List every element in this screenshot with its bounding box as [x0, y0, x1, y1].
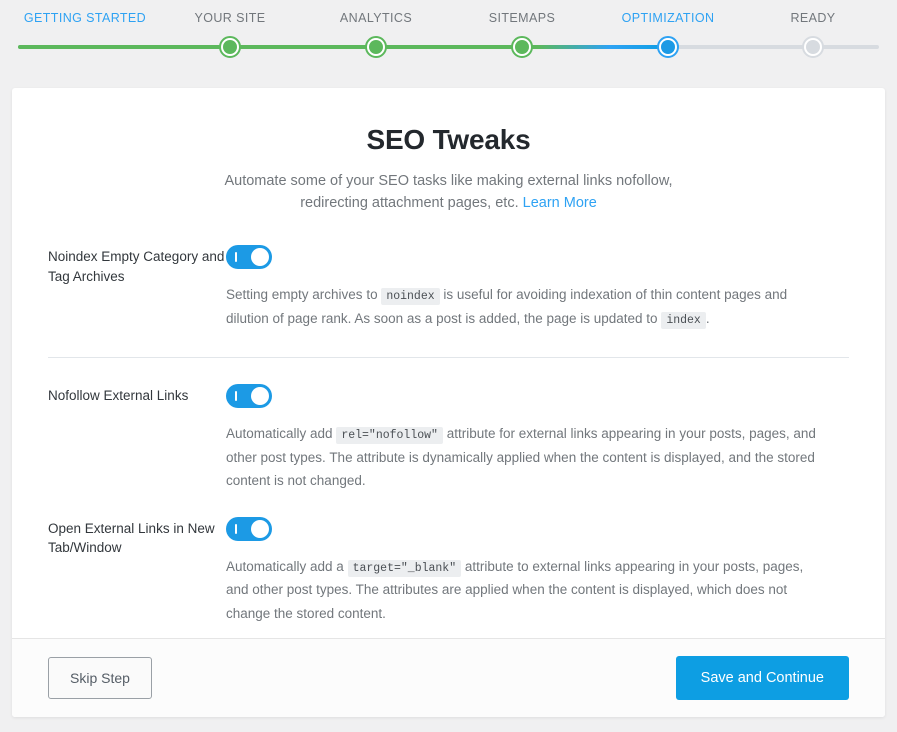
inline-code: noindex — [381, 288, 439, 305]
setting-row: Noindex Empty Category and Tag ArchivesS… — [48, 245, 849, 359]
setting-label: Open External Links in New Tab/Window — [48, 517, 226, 558]
stepper-progress-current — [538, 45, 668, 49]
setup-wizard-stepper: GETTING STARTED YOUR SITE ANALYTICS SITEMAP… — [0, 0, 897, 76]
description-text: Automatically add — [226, 426, 336, 441]
step-label-4[interactable]: OPTIMIZATION — [622, 11, 715, 25]
step-node-dot — [369, 40, 383, 54]
card-body: SEO Tweaks Automate some of your SEO tas… — [12, 88, 885, 625]
step-node-2 — [365, 36, 387, 58]
step-node-dot — [515, 40, 529, 54]
toggle-knob — [251, 248, 269, 266]
step-node-dot — [661, 40, 675, 54]
setting-toggle[interactable] — [226, 517, 272, 541]
inline-code: target="_blank" — [348, 560, 462, 577]
stepper-labels: GETTING STARTED YOUR SITE ANALYTICS SITEMAP… — [0, 0, 897, 30]
card-footer: Skip Step Save and Continue — [12, 638, 885, 717]
step-node-5 — [802, 36, 824, 58]
stepper-track — [18, 45, 879, 49]
toggle-knob — [251, 520, 269, 538]
step-node-dot — [223, 40, 237, 54]
setting-content: Automatically add rel="nofollow" attribu… — [226, 384, 849, 492]
step-node-dot — [806, 40, 820, 54]
step-label-2: ANALYTICS — [340, 11, 412, 25]
description-text: Setting empty archives to — [226, 287, 381, 302]
description-text: . — [706, 311, 710, 326]
step-node-3 — [511, 36, 533, 58]
step-node-4 — [657, 36, 679, 58]
description-text: Automatically add a — [226, 559, 348, 574]
toggle-on-bar-icon — [235, 252, 237, 262]
setting-toggle[interactable] — [226, 245, 272, 269]
toggle-on-bar-icon — [235, 524, 237, 534]
page-title: SEO Tweaks — [48, 88, 849, 156]
settings-list: Noindex Empty Category and Tag ArchivesS… — [48, 245, 849, 625]
inline-code: index — [661, 312, 706, 329]
step-label-0[interactable]: GETTING STARTED — [24, 11, 146, 25]
skip-step-button[interactable]: Skip Step — [48, 657, 152, 699]
setting-label: Nofollow External Links — [48, 384, 226, 406]
setting-description: Automatically add rel="nofollow" attribu… — [226, 422, 826, 492]
page-subtitle: Automate some of your SEO tasks like mak… — [194, 170, 704, 215]
step-label-1: YOUR SITE — [195, 11, 266, 25]
setting-description: Setting empty archives to noindex is use… — [226, 283, 826, 331]
step-node-1 — [219, 36, 241, 58]
step-label-5: READY — [790, 11, 835, 25]
step-label-3: SITEMAPS — [489, 11, 555, 25]
setting-label: Noindex Empty Category and Tag Archives — [48, 245, 226, 286]
setting-content: Automatically add a target="_blank" attr… — [226, 517, 849, 625]
setting-row: Nofollow External LinksAutomatically add… — [48, 384, 849, 492]
learn-more-link[interactable]: Learn More — [523, 195, 597, 211]
setting-description: Automatically add a target="_blank" attr… — [226, 555, 826, 625]
inline-code: rel="nofollow" — [336, 427, 443, 444]
setting-content: Setting empty archives to noindex is use… — [226, 245, 849, 331]
page-subtitle-text: Automate some of your SEO tasks like mak… — [224, 173, 672, 211]
toggle-on-bar-icon — [235, 391, 237, 401]
seo-tweaks-card: SEO Tweaks Automate some of your SEO tas… — [12, 88, 885, 717]
save-and-continue-button[interactable]: Save and Continue — [676, 656, 849, 701]
setting-toggle[interactable] — [226, 384, 272, 408]
setting-row: Open External Links in New Tab/WindowAut… — [48, 517, 849, 625]
toggle-knob — [251, 387, 269, 405]
